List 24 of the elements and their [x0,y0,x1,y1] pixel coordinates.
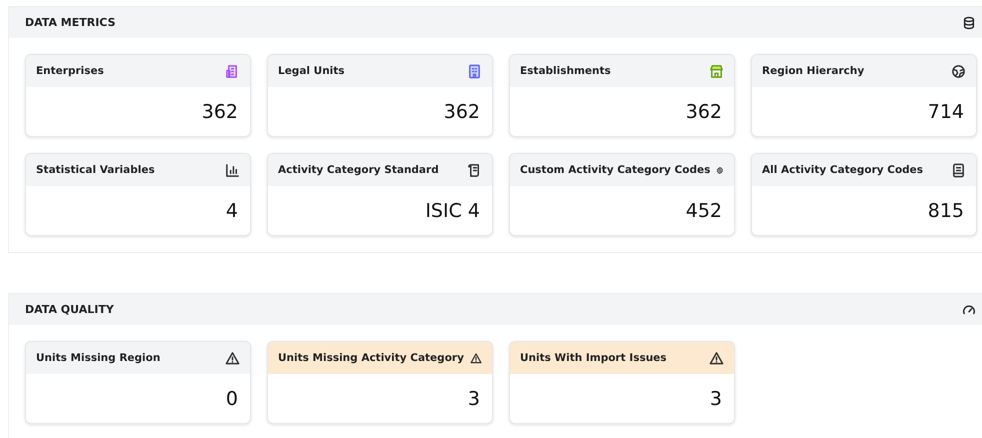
card-value: 4 [226,200,238,222]
card-value: ISIC 4 [425,200,480,222]
card-value: 0 [226,388,238,410]
card-title: Statistical Variables [36,164,155,176]
card-value: 714 [928,100,964,122]
card-title: All Activity Category Codes [762,164,924,176]
section-title: DATA METRICS [25,16,116,29]
card-title: Units Missing Region [36,352,160,364]
section-title: DATA QUALITY [25,303,114,316]
card-title: Units Missing Activity Category [278,352,464,364]
card-value: 452 [686,200,722,222]
card-title: Region Hierarchy [762,65,864,77]
card-value: 3 [710,388,722,410]
card-value: 815 [928,200,964,222]
card-value: 362 [686,100,722,122]
card-title: Legal Units [278,65,345,77]
card-value: 362 [444,100,480,122]
card-title: Enterprises [36,65,104,77]
card-title: Custom Activity Category Codes [520,164,710,176]
card-title: Establishments [520,65,611,77]
card-title: Units With Import Issues [520,352,667,364]
card-value: 3 [468,388,480,410]
card-value: 362 [202,100,238,122]
card-title: Activity Category Standard [278,164,439,176]
